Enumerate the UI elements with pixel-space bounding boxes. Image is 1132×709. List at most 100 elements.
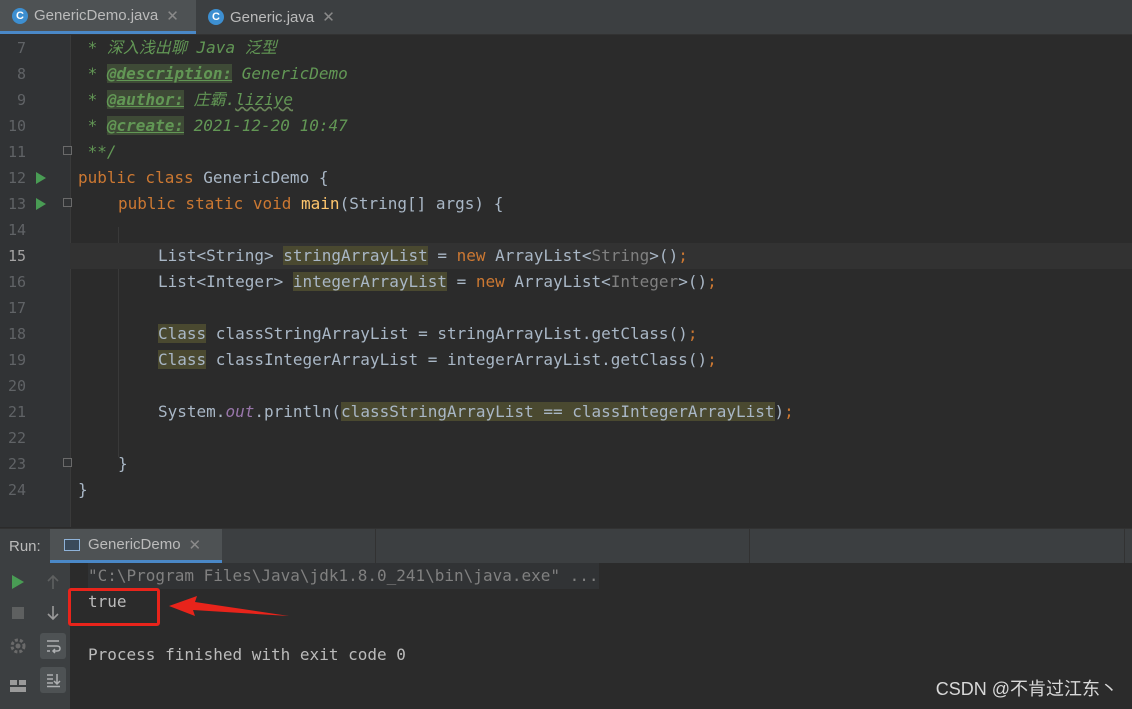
- run-tab-genericdemo[interactable]: GenericDemo ✕: [50, 529, 222, 563]
- code-line-current: 15 List<String> stringArrayList = new Ar…: [0, 243, 1132, 269]
- comment-text: **/: [78, 142, 117, 161]
- line-number: 23: [7, 455, 26, 473]
- semicolon: ;: [678, 246, 688, 265]
- fold-icon[interactable]: [63, 458, 72, 467]
- code-line: 9 * @author: 庄霸.liziye: [0, 87, 1132, 113]
- line-number: 11: [7, 143, 26, 161]
- scroll-to-end-button[interactable]: [40, 667, 66, 693]
- line-number: 7: [16, 39, 26, 57]
- code-line: 12 public class GenericDemo {: [0, 165, 1132, 191]
- code-line: 18 Class classStringArrayList = stringAr…: [0, 321, 1132, 347]
- code-text: =: [446, 272, 476, 291]
- stop-icon: [12, 607, 24, 619]
- code-text: ArrayList<: [514, 272, 611, 291]
- code-text: ): [774, 402, 785, 421]
- scroll-to-end-icon: [47, 674, 61, 688]
- editor-tab-bar: C GenericDemo.java ✕ C Generic.java ✕: [0, 0, 1132, 35]
- wrap-icon: [47, 640, 61, 654]
- comment-text: 庄霸.: [183, 90, 236, 109]
- watermark: CSDN @不肯过江东丶: [935, 679, 1118, 699]
- comment-text: 2021-12-20 10:47: [183, 116, 348, 135]
- keyword: public static void: [118, 194, 302, 213]
- code-line: 24 }: [0, 477, 1132, 503]
- arrow-down-icon: [47, 606, 59, 621]
- static-field: out: [225, 402, 255, 421]
- code-line: 21 System.out.println(classStringArrayLi…: [0, 399, 1132, 425]
- comment-text: liziye: [235, 90, 294, 109]
- code-text: .println(: [254, 402, 342, 421]
- javadoc-tag: @author:: [106, 90, 184, 109]
- fold-icon[interactable]: [63, 198, 72, 207]
- semicolon: ;: [707, 272, 717, 291]
- line-number: 19: [7, 351, 26, 369]
- tab-genericdemo-java[interactable]: C GenericDemo.java ✕: [0, 0, 196, 34]
- line-number: 8: [16, 65, 26, 83]
- code-text: ArrayList<: [495, 246, 592, 265]
- tab-generic-java[interactable]: C Generic.java ✕: [196, 0, 346, 34]
- code-line: 13 public static void main(String[] args…: [0, 191, 1132, 217]
- fold-icon[interactable]: [63, 146, 72, 155]
- close-icon[interactable]: ✕: [189, 536, 202, 554]
- expression: classStringArrayList == classIntegerArra…: [341, 402, 775, 421]
- code-text: System.: [158, 402, 226, 421]
- close-icon[interactable]: ✕: [166, 7, 179, 25]
- close-icon[interactable]: ✕: [322, 8, 335, 26]
- line-number: 14: [7, 221, 26, 239]
- generic-type: String: [591, 246, 650, 265]
- console-icon: [64, 538, 80, 551]
- rerun-button[interactable]: [5, 569, 31, 595]
- method-name: main: [301, 194, 340, 213]
- code-text: >(): [678, 272, 708, 291]
- run-label: Run:: [9, 538, 41, 555]
- code-text: }: [78, 480, 88, 499]
- down-arrow-button[interactable]: [40, 600, 66, 626]
- code-line: 20: [0, 373, 1132, 399]
- run-toolbar: [0, 563, 70, 709]
- code-line: 16 List<Integer> integerArrayList = new …: [0, 269, 1132, 295]
- keyword: new: [475, 272, 515, 291]
- line-number: 13: [7, 195, 26, 213]
- code-line: 7 * 深入浅出聊 Java 泛型: [0, 35, 1132, 61]
- keyword: public class: [78, 168, 204, 187]
- annotation-arrow-icon: [169, 596, 289, 616]
- java-class-icon: C: [208, 9, 224, 25]
- settings-button[interactable]: [5, 633, 31, 659]
- line-number: 17: [7, 299, 26, 317]
- code-line: 14: [0, 217, 1132, 243]
- run-tab-label: GenericDemo: [88, 536, 181, 553]
- code-editor[interactable]: 7 * 深入浅出聊 Java 泛型 8 * @description: Gene…: [0, 35, 1132, 527]
- line-number: 18: [7, 325, 26, 343]
- divider: [375, 529, 376, 563]
- up-arrow-button[interactable]: [40, 569, 66, 595]
- divider: [1124, 529, 1125, 563]
- line-number: 24: [7, 481, 26, 499]
- class-name: GenericDemo {: [203, 168, 329, 187]
- gear-icon: [10, 638, 26, 654]
- line-number: 12: [7, 169, 26, 187]
- code-line: 19 Class classIntegerArrayList = integer…: [0, 347, 1132, 373]
- layout-button[interactable]: [5, 673, 31, 699]
- comment-text: *: [78, 38, 107, 57]
- run-method-icon[interactable]: [36, 198, 46, 210]
- line-number: 21: [7, 403, 26, 421]
- code-text: >(): [649, 246, 679, 265]
- soft-wrap-button[interactable]: [40, 633, 66, 659]
- run-class-icon[interactable]: [36, 172, 46, 184]
- comment-text: GenericDemo: [232, 64, 348, 83]
- arrow-up-icon: [47, 574, 59, 589]
- java-class-icon: C: [12, 7, 28, 24]
- run-panel-header: Run: GenericDemo ✕: [0, 528, 1132, 564]
- play-icon: [12, 575, 24, 589]
- code-text: List<String>: [158, 246, 284, 265]
- variable-name: integerArrayList: [292, 272, 447, 291]
- code-line: 8 * @description: GenericDemo: [0, 61, 1132, 87]
- code-text: =: [427, 246, 457, 265]
- code-line: 10 * @create: 2021-12-20 10:47: [0, 113, 1132, 139]
- class-name: Class: [158, 350, 207, 369]
- stop-button[interactable]: [5, 600, 31, 626]
- code-text: }: [118, 454, 128, 473]
- code-text: classIntegerArrayList = integerArrayList…: [206, 350, 708, 369]
- generic-type: Integer: [610, 272, 679, 291]
- code-line: 23 }: [0, 451, 1132, 477]
- tab-label: Generic.java: [230, 8, 315, 26]
